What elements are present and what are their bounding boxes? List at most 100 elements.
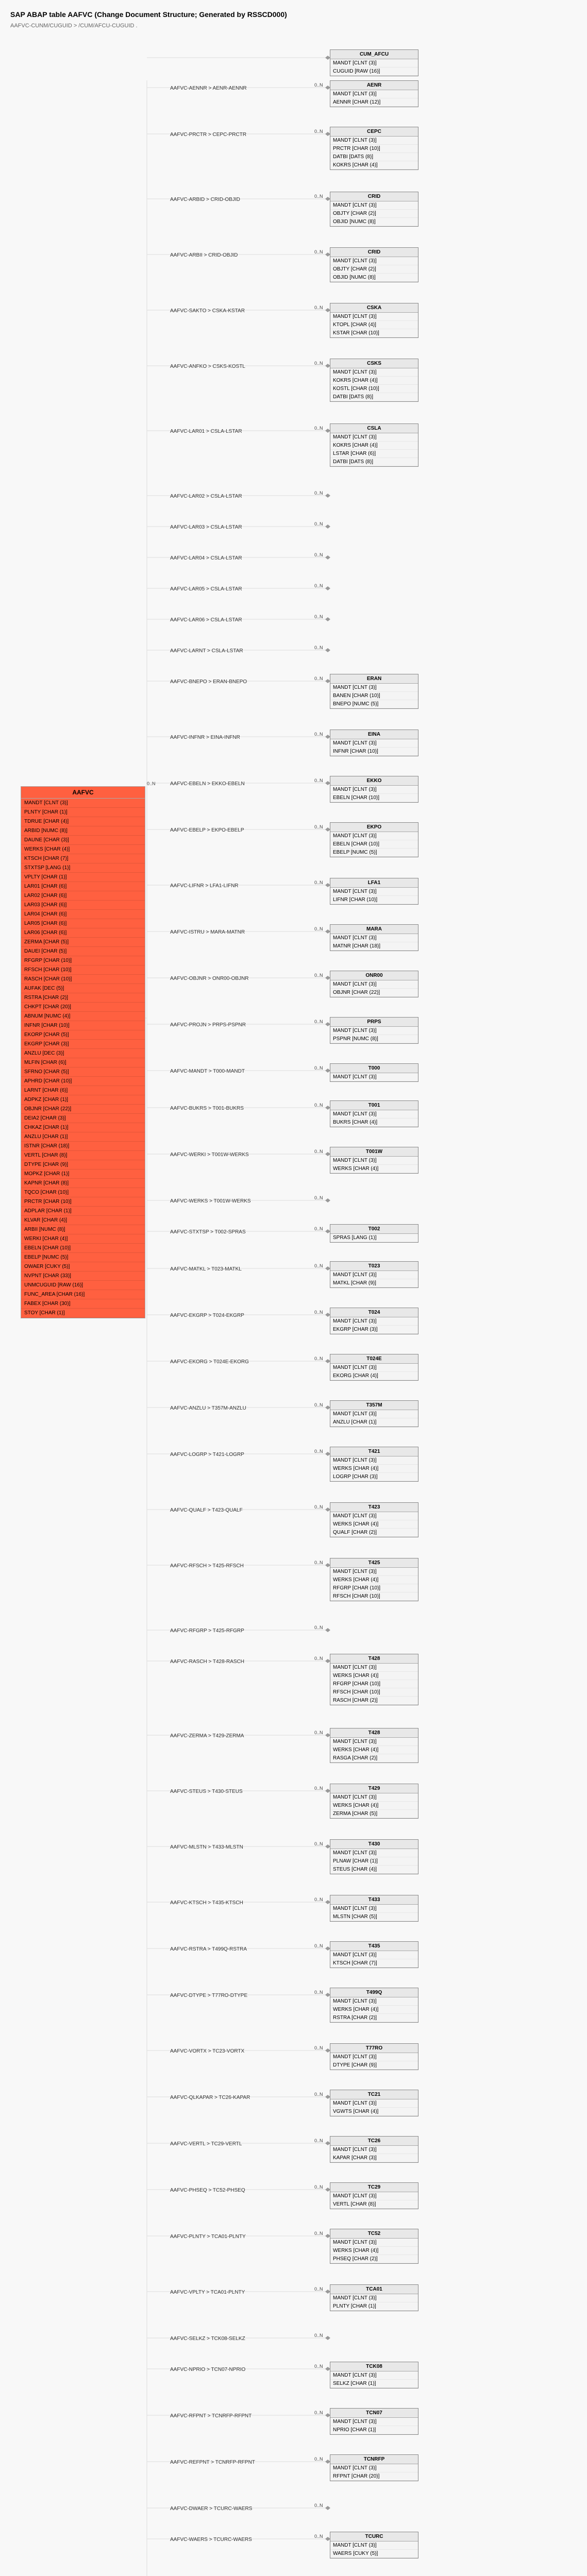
target-table-header: TC21 xyxy=(330,2090,418,2099)
edge-label: AAFVC-EKORG > T024E-EKORG xyxy=(170,1359,249,1365)
target-table-row: WERKS [CHAR (4)] xyxy=(330,2006,418,2014)
edge-label: AAFVC-RFGRP > T425-RFGRP xyxy=(170,1628,244,1634)
main-table-column: LARNT [CHAR (6)] xyxy=(21,1086,145,1095)
main-table-column: PRCTR [CHAR (10)] xyxy=(21,1197,145,1207)
main-table-column: LAR06 [CHAR (6)] xyxy=(21,928,145,938)
target-table-row: MATKL [CHAR (9)] xyxy=(330,1279,418,1287)
multiplicity-label: 0..N xyxy=(314,1226,323,1231)
target-table-row: WAERS [CUKY (5)] xyxy=(330,2550,418,2558)
multiplicity-label: 0..N xyxy=(314,583,323,588)
multiplicity-label: 0..N xyxy=(314,1019,323,1024)
main-table-column: EKGRP [CHAR (3)] xyxy=(21,1040,145,1049)
target-table-row: DATBI [DATS (8)] xyxy=(330,393,418,401)
edge-label: AAFVC-EBELP > EKPO-EBELP xyxy=(170,827,244,833)
target-table-row: RASGA [CHAR (2)] xyxy=(330,1754,418,1762)
target-table-row: RFSCH [CHAR (10)] xyxy=(330,1688,418,1697)
multiplicity-label: 0..N xyxy=(314,1656,323,1661)
edge-label: AAFVC-VERTL > TC29-VERTL xyxy=(170,2141,242,2147)
target-table-row: WERKS [CHAR (4)] xyxy=(330,1520,418,1529)
multiplicity-label: 0..N xyxy=(314,1263,323,1268)
target-table-header: T002 xyxy=(330,1225,418,1234)
target-table-row: CUGUID [RAW (16)] xyxy=(330,67,418,76)
main-table-column: VPLTY [CHAR (1)] xyxy=(21,873,145,882)
main-table-column: EKORP [CHAR (5)] xyxy=(21,1030,145,1040)
target-table-header: T357M xyxy=(330,1401,418,1410)
target-table-row: WERKS [CHAR (4)] xyxy=(330,1672,418,1680)
main-table-column: ANZLU [DEC (3)] xyxy=(21,1049,145,1058)
edge-label: AAFVC-MLSTN > T433-MLSTN xyxy=(170,1844,243,1850)
target-table: T024MANDT [CLNT (3)]EKGRP [CHAR (3)] xyxy=(330,1308,418,1334)
target-table-header: ONR00 xyxy=(330,971,418,980)
target-table: LFA1MANDT [CLNT (3)]LIFNR [CHAR (10)] xyxy=(330,878,418,905)
target-table-header: T425 xyxy=(330,1558,418,1568)
target-table-row: RFGRP [CHAR (10)] xyxy=(330,1680,418,1688)
edge-label: AAFVC-ISTRU > MARA-MATNR xyxy=(170,929,245,935)
edge-label: AAFVC-WERKS > T001W-WERKS xyxy=(170,1198,251,1204)
main-table-column: DAUNE [CHAR (3)] xyxy=(21,836,145,845)
multiplicity-label: 0..N xyxy=(314,552,323,557)
edge-label: AAFVC-MANDT > T000-MANDT xyxy=(170,1069,245,1074)
target-table-header: CUM_AFCU xyxy=(330,50,418,59)
target-table-header: TC26 xyxy=(330,2137,418,2146)
multiplicity-label: 0..N xyxy=(314,2503,323,2508)
edge-label: AAFVC-ARBII > CRID-OBJID xyxy=(170,252,238,258)
target-table: T429MANDT [CLNT (3)]WERKS [CHAR (4)]ZERM… xyxy=(330,1784,418,1819)
main-table-column: TDRUE [CHAR (4)] xyxy=(21,817,145,826)
edge-label: AAFVC-STEUS > T430-STEUS xyxy=(170,1789,243,1794)
target-table-header: TC52 xyxy=(330,2229,418,2239)
target-table-row: DATBI [DATS (8)] xyxy=(330,153,418,161)
target-table-header: CSKA xyxy=(330,303,418,313)
multiplicity-label: 0..N xyxy=(314,490,323,496)
target-table-row: MANDT [CLNT (3)] xyxy=(330,2371,418,2380)
target-table-row: MANDT [CLNT (3)] xyxy=(330,2192,418,2200)
target-table-row: WERKS [CHAR (4)] xyxy=(330,1746,418,1754)
main-table-header: AAFVC xyxy=(21,787,145,799)
target-table: T423MANDT [CLNT (3)]WERKS [CHAR (4)]QUAL… xyxy=(330,1502,418,1537)
edge-label: AAFVC-LIFNR > LFA1-LIFNR xyxy=(170,883,239,889)
target-table-row: SELKZ [CHAR (1)] xyxy=(330,2380,418,2388)
edge-label: AAFVC-WERKI > T001W-WERKS xyxy=(170,1152,249,1158)
main-table-column: LAR03 [CHAR (6)] xyxy=(21,901,145,910)
target-table-header: T499Q xyxy=(330,1988,418,1997)
target-table: T023MANDT [CLNT (3)]MATKL [CHAR (9)] xyxy=(330,1261,418,1288)
multiplicity-label: 0..N xyxy=(314,2534,323,2539)
edge-label: AAFVC-BNEPO > ERAN-BNEPO xyxy=(170,679,247,685)
target-table-row: VERTL [CHAR (8)] xyxy=(330,2200,418,2209)
target-table-header: ERAN xyxy=(330,674,418,684)
target-table: TCNRFPMANDT [CLNT (3)]RFPNT [CHAR (20)] xyxy=(330,2454,418,2481)
target-table-row: MANDT [CLNT (3)] xyxy=(330,1997,418,2006)
target-table-row: MANDT [CLNT (3)] xyxy=(330,1110,418,1118)
target-table-header: T430 xyxy=(330,1840,418,1849)
target-table-row: ZERMA [CHAR (5)] xyxy=(330,1810,418,1818)
multiplicity-label: 0..N xyxy=(147,781,156,786)
target-table-row: PLNTY [CHAR (1)] xyxy=(330,2302,418,2311)
edge-label: AAFVC-RSTRA > T499Q-RSTRA xyxy=(170,1946,247,1952)
target-table: EKKOMANDT [CLNT (3)]EBELN [CHAR (10)] xyxy=(330,776,418,803)
target-table-header: T423 xyxy=(330,1503,418,1512)
main-table-column: ADPLAR [CHAR (1)] xyxy=(21,1207,145,1216)
edge-label: AAFVC-EBELN > EKKO-EBELN xyxy=(170,781,245,787)
edge-label: AAFVC-RASCH > T428-RASCH xyxy=(170,1659,244,1665)
multiplicity-label: 0..N xyxy=(314,1195,323,1200)
target-table-row: INFNR [CHAR (10)] xyxy=(330,748,418,756)
target-table-row: WERKS [CHAR (4)] xyxy=(330,1465,418,1473)
target-table-row: MANDT [CLNT (3)] xyxy=(330,1664,418,1672)
main-table-column: EBELP [NUMC (5)] xyxy=(21,1253,145,1262)
target-table: CEPCMANDT [CLNT (3)]PRCTR [CHAR (10)]DAT… xyxy=(330,127,418,170)
target-table: T024EMANDT [CLNT (3)]EKORG [CHAR (4)] xyxy=(330,1354,418,1381)
target-table-row: MANDT [CLNT (3)] xyxy=(330,1793,418,1802)
main-table-column: KAPNR [CHAR (8)] xyxy=(21,1179,145,1188)
target-table-header: T77RO xyxy=(330,2044,418,2053)
target-table-row: MANDT [CLNT (3)] xyxy=(330,786,418,794)
target-table-row: LSTAR [CHAR (6)] xyxy=(330,450,418,458)
target-table-row: MANDT [CLNT (3)] xyxy=(330,2053,418,2061)
main-table-column: FABEX [CHAR (30)] xyxy=(21,1299,145,1309)
target-table: MARAMANDT [CLNT (3)]MATNR [CHAR (18)] xyxy=(330,924,418,951)
target-table: TCA01MANDT [CLNT (3)]PLNTY [CHAR (1)] xyxy=(330,2284,418,2311)
target-table: CSKAMANDT [CLNT (3)]KTOPL [CHAR (4)]KSTA… xyxy=(330,303,418,338)
target-table-row: MANDT [CLNT (3)] xyxy=(330,1027,418,1035)
multiplicity-label: 0..N xyxy=(314,2456,323,2462)
main-table-column: DTYPE [CHAR (9)] xyxy=(21,1160,145,1170)
target-table-row: RFGRP [CHAR (10)] xyxy=(330,1584,418,1592)
target-table: CUM_AFCUMANDT [CLNT (3)]CUGUID [RAW (16)… xyxy=(330,49,418,76)
